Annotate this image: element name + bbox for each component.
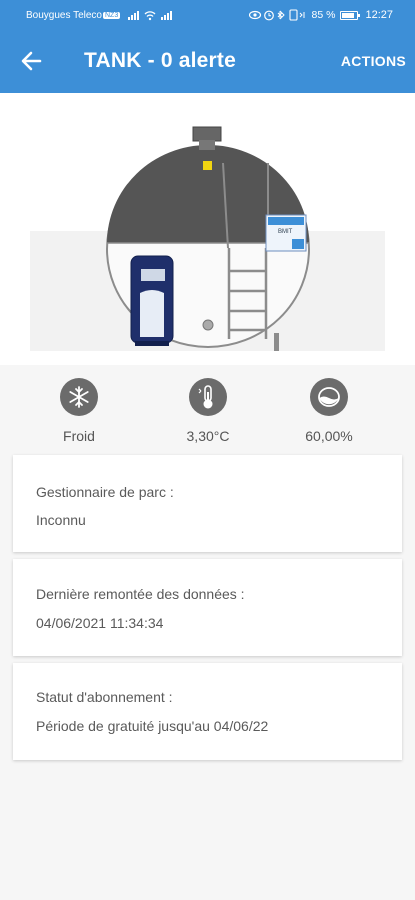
info-card-subscription: Statut d'abonnement : Période de gratuit… <box>13 663 402 760</box>
info-card-fleet-manager: Gestionnaire de parc : Inconnu <box>13 455 402 552</box>
card-label: Dernière remontée des données : <box>36 586 245 602</box>
actions-button[interactable]: ACTIONS <box>341 53 406 69</box>
metric-temperature: 3,30°C <box>148 378 268 444</box>
card-value: Inconnu <box>36 512 86 528</box>
signal-icon <box>128 11 172 21</box>
metric-state: Froid <box>19 378 139 444</box>
panel-label: BMIT <box>278 229 293 235</box>
info-card-last-data: Dernière remontée des données : 04/06/20… <box>13 559 402 656</box>
card-label: Gestionnaire de parc : <box>36 484 174 500</box>
status-right: 85 % 12:27 <box>248 9 393 21</box>
card-value: Période de gratuité jusqu'au 04/06/22 <box>36 718 269 734</box>
metrics-row: Froid 3,30°C 60,00% <box>0 365 415 450</box>
app-header: Bouygues Teleco NZ3 85 % 12:27 TANK - 0 … <box>0 0 415 93</box>
status-icons <box>248 9 305 21</box>
battery-percent: 85 % <box>311 9 336 21</box>
tank-illustration: BMIT <box>30 126 385 351</box>
tank-illustration-panel: BMIT <box>0 93 415 365</box>
carrier-text: Bouygues Teleco <box>26 10 102 21</box>
page-title: TANK - 0 alerte <box>84 49 236 72</box>
battery-icon <box>340 10 361 20</box>
status-bar: Bouygues Teleco NZ3 85 % 12:27 <box>0 0 415 32</box>
metric-state-value: Froid <box>63 428 95 444</box>
metric-level-value: 60,00% <box>305 428 353 444</box>
clock: 12:27 <box>365 9 393 21</box>
thermometer-icon <box>189 378 227 416</box>
card-label: Statut d'abonnement : <box>36 689 173 705</box>
arrow-left-icon <box>21 51 42 71</box>
snowflake-icon <box>60 378 98 416</box>
tank-level-icon <box>310 378 348 416</box>
card-value: 04/06/2021 11:34:34 <box>36 615 164 631</box>
carrier-badge: NZ3 <box>102 12 121 19</box>
back-button[interactable] <box>16 46 50 76</box>
metric-temperature-value: 3,30°C <box>186 428 230 444</box>
carrier-name: Bouygues Teleco NZ3 <box>26 10 121 21</box>
metric-level: 60,00% <box>269 378 389 444</box>
